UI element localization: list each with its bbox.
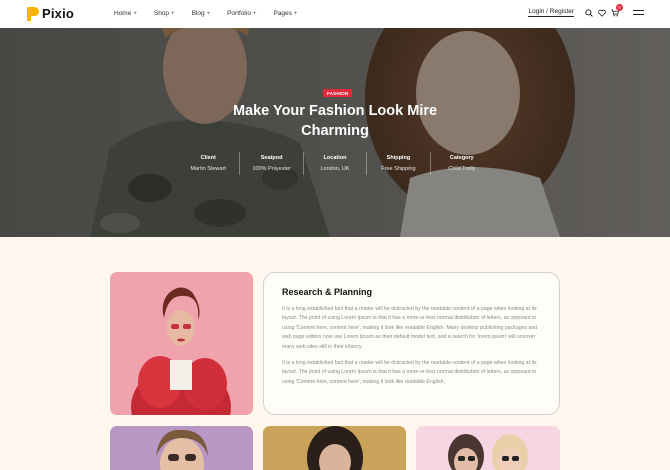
- hero-banner: FASHION Make Your Fashion Look Mire Char…: [0, 28, 670, 237]
- section-title: Research & Planning: [282, 287, 373, 297]
- meta-category: Category Child Trolly: [431, 152, 493, 175]
- nav-item-blog[interactable]: Blog +: [192, 10, 211, 17]
- plus-icon: +: [252, 10, 257, 17]
- plus-icon: +: [171, 10, 175, 17]
- meta-shipping: Shipping Free Shipping: [367, 152, 431, 175]
- plus-icon: +: [293, 10, 298, 17]
- meta-value: 100% Polyester: [252, 166, 291, 172]
- meta-label: Client: [200, 155, 216, 161]
- nav-item-label: Portfolio: [227, 10, 251, 17]
- meta-client: Client Martin Stewart: [177, 152, 241, 175]
- search-icon[interactable]: [584, 8, 593, 17]
- brand-name: Pixio: [42, 6, 75, 21]
- nav-item-home[interactable]: Home +: [114, 10, 137, 17]
- meta-location: Location London, UK: [304, 152, 368, 175]
- meta-value: Child Trolly: [448, 166, 476, 172]
- meta-value: Martin Stewart: [190, 166, 226, 172]
- nav-item-shop[interactable]: Shop +: [154, 10, 175, 17]
- project-meta: Client Martin Stewart Seatpod 100% Polye…: [177, 152, 493, 175]
- menu-icon[interactable]: [633, 9, 644, 16]
- meta-label: Seatpod: [260, 155, 283, 161]
- project-description-card: Research & Planning It is a long establi…: [263, 272, 560, 415]
- portfolio-image-sunglasses-woman[interactable]: [110, 426, 253, 470]
- plus-icon: +: [133, 10, 137, 17]
- heart-icon[interactable]: [597, 8, 606, 17]
- logo-icon: [27, 6, 39, 21]
- meta-material: Seatpod 100% Polyester: [240, 152, 304, 175]
- login-register-link[interactable]: Login / Register: [528, 8, 574, 17]
- category-badge[interactable]: FASHION: [323, 89, 353, 97]
- nav-item-portfolio[interactable]: Portfolio +: [227, 10, 256, 17]
- portfolio-image-red-jacket[interactable]: [110, 272, 253, 415]
- hero-title: Make Your Fashion Look Mire Charming: [232, 103, 438, 139]
- brand-logo[interactable]: Pixio: [27, 6, 74, 21]
- description-paragraph: It is a long established fact that a rea…: [282, 306, 538, 350]
- meta-label: Shipping: [386, 155, 411, 161]
- meta-label: Location: [323, 155, 347, 161]
- nav-item-label: Home: [114, 10, 132, 17]
- meta-value: London, UK: [320, 166, 350, 172]
- nav-item-label: Pages: [273, 10, 292, 17]
- description-paragraph: It is a long established fact that a rea…: [282, 360, 537, 385]
- site-header: Pixio Home + Shop + Blog + Portfolio + Pages…: [0, 0, 670, 28]
- portfolio-image-dark-hair-woman[interactable]: [263, 426, 406, 470]
- nav-item-label: Blog: [191, 10, 205, 17]
- main-nav: Home + Shop + Blog + Portfolio + Pages +: [114, 10, 314, 17]
- cart-icon[interactable]: 0: [610, 4, 623, 17]
- meta-label: Category: [449, 155, 474, 161]
- header-actions: Login / Register 0: [528, 4, 644, 17]
- nav-item-label: Shop: [153, 10, 170, 17]
- plus-icon: +: [206, 10, 211, 17]
- cart-count-badge: 0: [616, 4, 623, 11]
- meta-value: Free Shipping: [381, 166, 416, 172]
- portfolio-image-two-women[interactable]: [416, 426, 560, 470]
- nav-item-pages[interactable]: Pages +: [273, 10, 297, 17]
